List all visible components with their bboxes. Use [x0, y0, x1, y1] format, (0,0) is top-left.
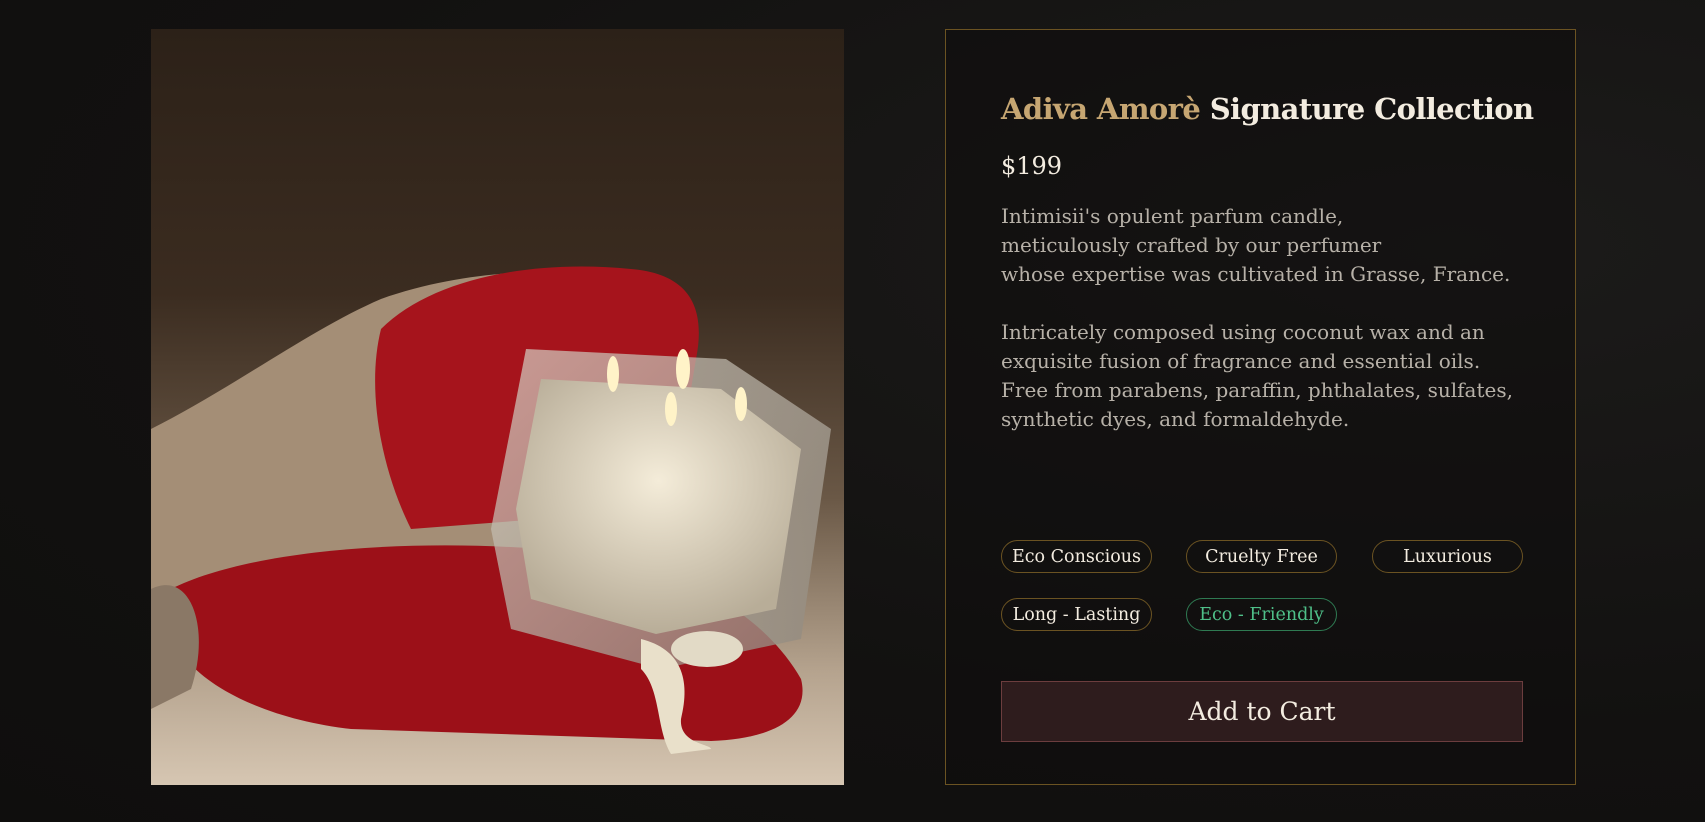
tag-luxurious: Luxurious — [1372, 540, 1523, 573]
product-price: $199 — [1001, 152, 1063, 180]
product-description-1: Intimisii's opulent parfum candle, metic… — [1001, 204, 1511, 286]
add-to-cart-button[interactable]: Add to Cart — [1001, 681, 1523, 742]
tag-eco-conscious: Eco Conscious — [1001, 540, 1152, 573]
product-image — [151, 29, 844, 785]
tag-long-lasting: Long - Lasting — [1001, 598, 1152, 631]
brand-name: Adiva Amorè — [1001, 92, 1201, 126]
candle-on-shoes-illustration — [151, 266, 831, 754]
tag-cruelty-free: Cruelty Free — [1186, 540, 1337, 573]
collection-name: Signature Collection — [1209, 92, 1534, 126]
tag-eco-friendly: Eco - Friendly — [1186, 598, 1337, 631]
product-description-2: Intricately composed using coconut wax a… — [1001, 320, 1513, 431]
product-details-panel: Adiva Amorè Signature Collection $199 In… — [945, 29, 1576, 785]
product-title: Adiva Amorè Signature Collection — [1001, 92, 1534, 126]
